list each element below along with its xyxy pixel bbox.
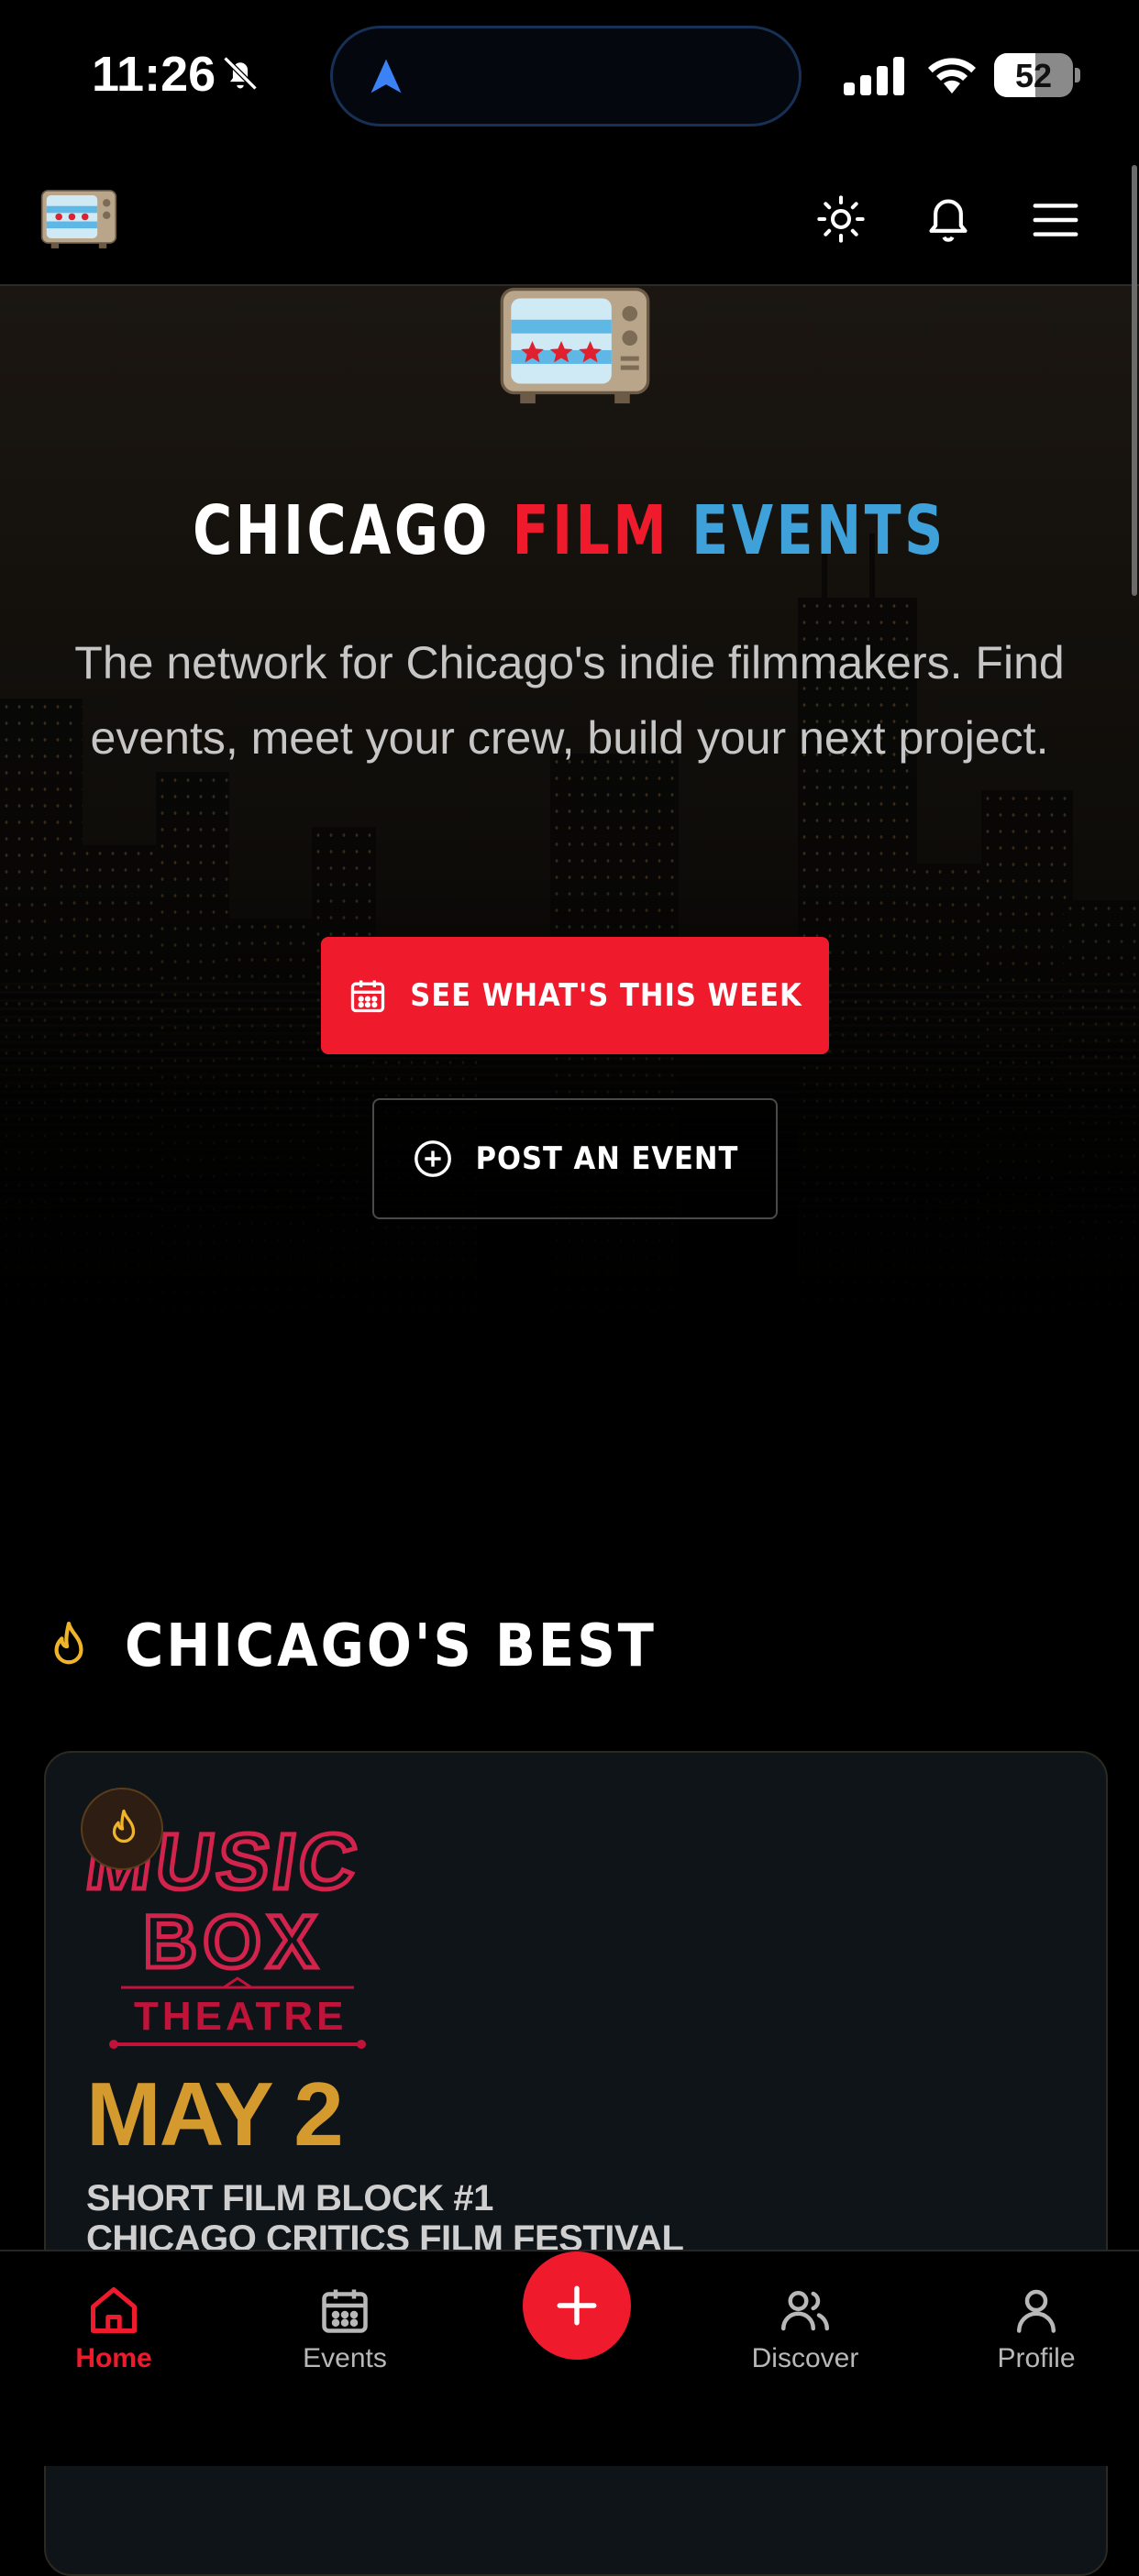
people-icon xyxy=(781,2291,830,2331)
battery-percent: 52 xyxy=(1014,57,1053,94)
title-word-events: EVENTS xyxy=(691,491,946,570)
best-section-title: CHICAGO'S BEST xyxy=(125,1613,657,1680)
svg-text:BOX: BOX xyxy=(143,1900,323,1984)
tab-events[interactable]: Events xyxy=(253,2251,437,2389)
home-icon xyxy=(91,2287,137,2333)
post-event-button[interactable]: POST AN EVENT xyxy=(372,1098,778,1219)
post-event-label: POST AN EVENT xyxy=(475,1140,739,1177)
title-word-film: FILM xyxy=(512,491,670,570)
page-title: CHICAGO FILM EVENTS xyxy=(69,490,1071,572)
plus-icon xyxy=(557,2285,597,2326)
see-this-week-label: SEE WHAT'S THIS WEEK xyxy=(410,977,802,1014)
tab-home[interactable]: Home xyxy=(22,2251,205,2389)
tab-discover[interactable]: Discover xyxy=(713,2251,897,2389)
hero-tagline: The network for Chicago's indie filmmake… xyxy=(74,637,1065,764)
hot-badge xyxy=(81,1788,163,1870)
svg-text:THEATRE: THEATRE xyxy=(134,1994,348,2039)
tab-profile-label: Profile xyxy=(997,2343,1076,2373)
tab-events-label: Events xyxy=(303,2343,387,2373)
menu-icon[interactable] xyxy=(1031,202,1080,238)
calendar-icon xyxy=(351,980,385,1013)
location-arrow-icon xyxy=(370,59,402,94)
add-event-fab[interactable] xyxy=(523,2251,631,2360)
flame-icon xyxy=(112,1809,136,1844)
title-word-chicago: CHICAGO xyxy=(193,491,491,570)
tab-home-label: Home xyxy=(75,2343,152,2373)
tv-logo xyxy=(500,287,650,404)
tab-profile[interactable]: Profile xyxy=(945,2251,1128,2389)
battery-indicator: 52 xyxy=(994,53,1080,97)
app-header xyxy=(0,147,1139,286)
app-logo[interactable] xyxy=(40,189,117,249)
bell-icon[interactable] xyxy=(923,191,974,246)
dynamic-island xyxy=(330,26,802,127)
event-date: MAY 2 xyxy=(86,2064,344,2164)
tab-discover-label: Discover xyxy=(751,2343,859,2373)
signal-icon xyxy=(844,57,904,95)
scrollbar[interactable] xyxy=(1132,165,1137,596)
wifi-icon xyxy=(928,58,976,94)
mute-icon xyxy=(223,56,258,91)
status-bar: 11:26 52 xyxy=(0,0,1139,147)
best-section-header: CHICAGO'S BEST xyxy=(48,1610,657,1683)
person-icon xyxy=(1017,2289,1056,2333)
hero-section: CHICAGO FILM EVENTS The network for Chic… xyxy=(0,286,1139,1340)
calendar-icon xyxy=(322,2289,368,2333)
event-title: SHORT FILM BLOCK #1 xyxy=(86,2178,493,2218)
flame-icon xyxy=(54,1621,83,1665)
see-this-week-button[interactable]: SEE WHAT'S THIS WEEK xyxy=(321,937,829,1054)
sun-icon[interactable] xyxy=(816,194,866,244)
plus-circle-icon xyxy=(414,1140,451,1177)
status-time: 11:26 xyxy=(92,47,216,102)
